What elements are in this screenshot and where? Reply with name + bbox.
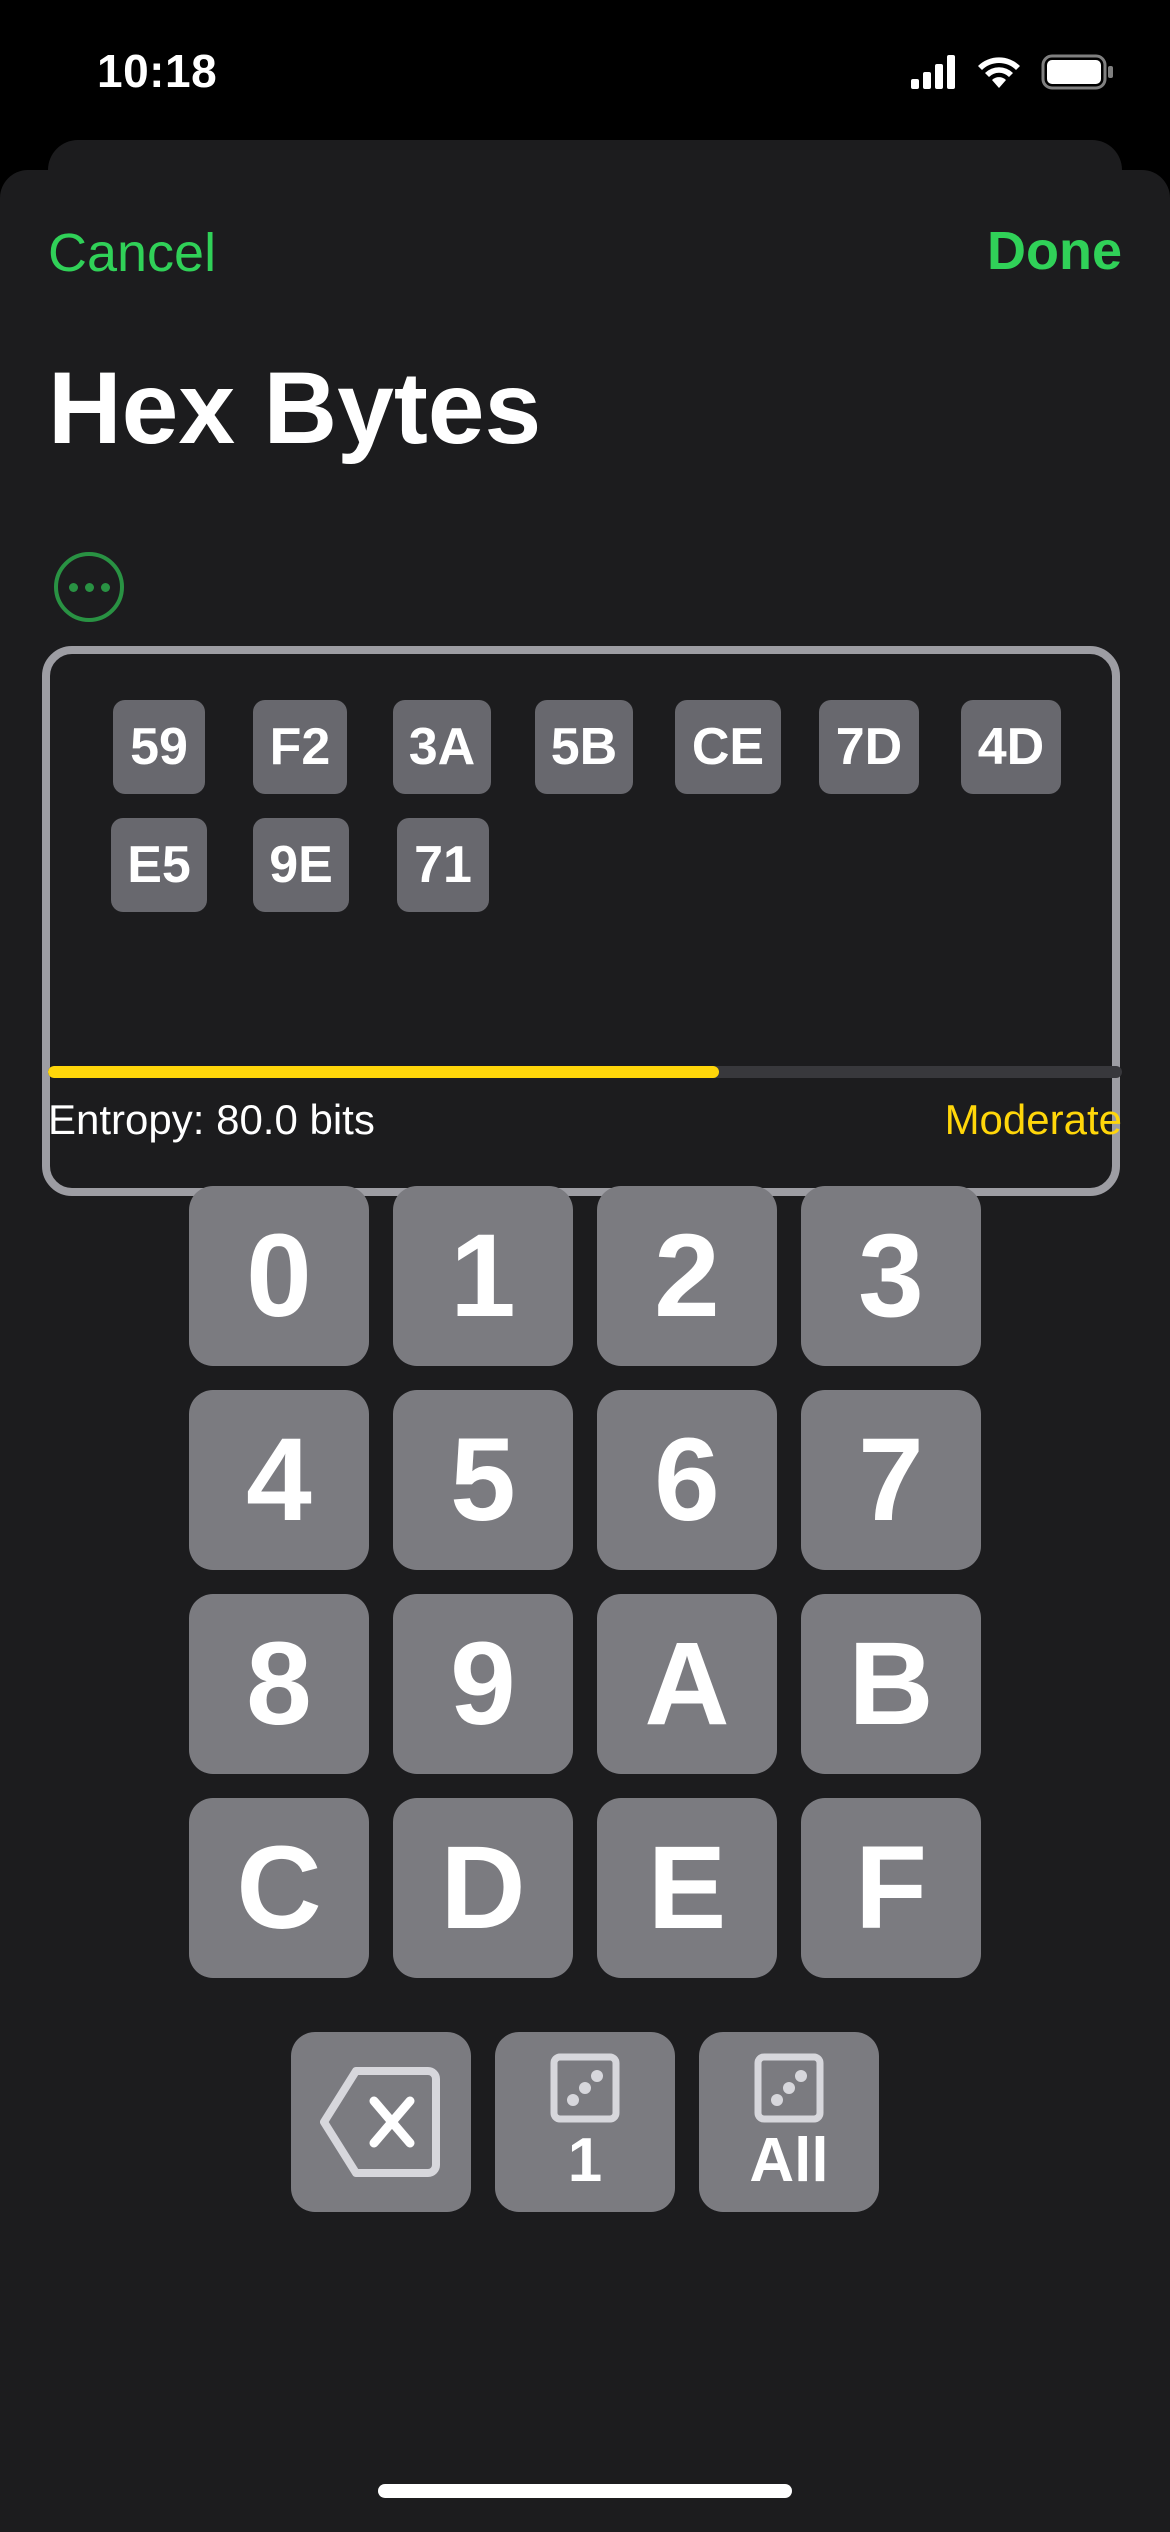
status-icons bbox=[911, 54, 1115, 90]
battery-icon bbox=[1041, 54, 1113, 90]
roll-all-button[interactable]: All bbox=[699, 2032, 879, 2212]
key-9[interactable]: 9 bbox=[393, 1594, 573, 1774]
key-6[interactable]: 6 bbox=[597, 1390, 777, 1570]
status-bar: 10:18 bbox=[0, 0, 1170, 150]
byte-chip[interactable]: 7D bbox=[819, 700, 919, 794]
ellipsis-circle-icon bbox=[68, 582, 78, 592]
key-a[interactable]: A bbox=[597, 1594, 777, 1774]
entropy-meter-fill bbox=[48, 1066, 720, 1078]
die-face-icon bbox=[550, 2053, 620, 2123]
key-3[interactable]: 3 bbox=[801, 1186, 981, 1366]
key-f[interactable]: F bbox=[801, 1798, 981, 1978]
byte-chip[interactable]: 71 bbox=[397, 818, 489, 912]
byte-chip[interactable]: E5 bbox=[111, 818, 207, 912]
cellular-signal-icon bbox=[911, 55, 955, 89]
key-1[interactable]: 1 bbox=[393, 1186, 573, 1366]
byte-chip[interactable]: F2 bbox=[253, 700, 347, 794]
delete-button[interactable] bbox=[291, 2032, 471, 2212]
key-e[interactable]: E bbox=[597, 1798, 777, 1978]
roll-one-label: 1 bbox=[567, 2126, 603, 2195]
entropy-meter bbox=[48, 1066, 1122, 1078]
roll-one-button[interactable]: 1 bbox=[495, 2032, 675, 2212]
done-button[interactable]: Done bbox=[987, 220, 1122, 282]
entropy-label: Entropy: 80.0 bits bbox=[48, 1096, 375, 1143]
more-options-button[interactable] bbox=[54, 552, 124, 622]
byte-chip[interactable]: 9E bbox=[253, 818, 349, 912]
cancel-button[interactable]: Cancel bbox=[48, 222, 216, 284]
byte-chip[interactable]: 3A bbox=[393, 700, 491, 794]
status-time: 10:18 bbox=[97, 45, 218, 97]
roll-all-label: All bbox=[749, 2126, 829, 2195]
key-5[interactable]: 5 bbox=[393, 1390, 573, 1570]
byte-chip[interactable]: 59 bbox=[113, 700, 205, 794]
wifi-icon bbox=[978, 57, 1020, 88]
byte-chip[interactable]: CE bbox=[675, 700, 781, 794]
delete-backward-icon bbox=[320, 2067, 440, 2177]
key-7[interactable]: 7 bbox=[801, 1390, 981, 1570]
key-8[interactable]: 8 bbox=[189, 1594, 369, 1774]
key-b[interactable]: B bbox=[801, 1594, 981, 1774]
key-0[interactable]: 0 bbox=[189, 1186, 369, 1366]
home-indicator[interactable] bbox=[378, 2484, 792, 2498]
key-d[interactable]: D bbox=[393, 1798, 573, 1978]
strength-label: Moderate bbox=[944, 1096, 1122, 1143]
die-face-icon bbox=[754, 2053, 824, 2123]
key-2[interactable]: 2 bbox=[597, 1186, 777, 1366]
byte-chip[interactable]: 5B bbox=[535, 700, 633, 794]
key-4[interactable]: 4 bbox=[189, 1390, 369, 1570]
page-title: Hex Bytes bbox=[48, 351, 542, 465]
byte-chip[interactable]: 4D bbox=[961, 700, 1061, 794]
key-c[interactable]: C bbox=[189, 1798, 369, 1978]
